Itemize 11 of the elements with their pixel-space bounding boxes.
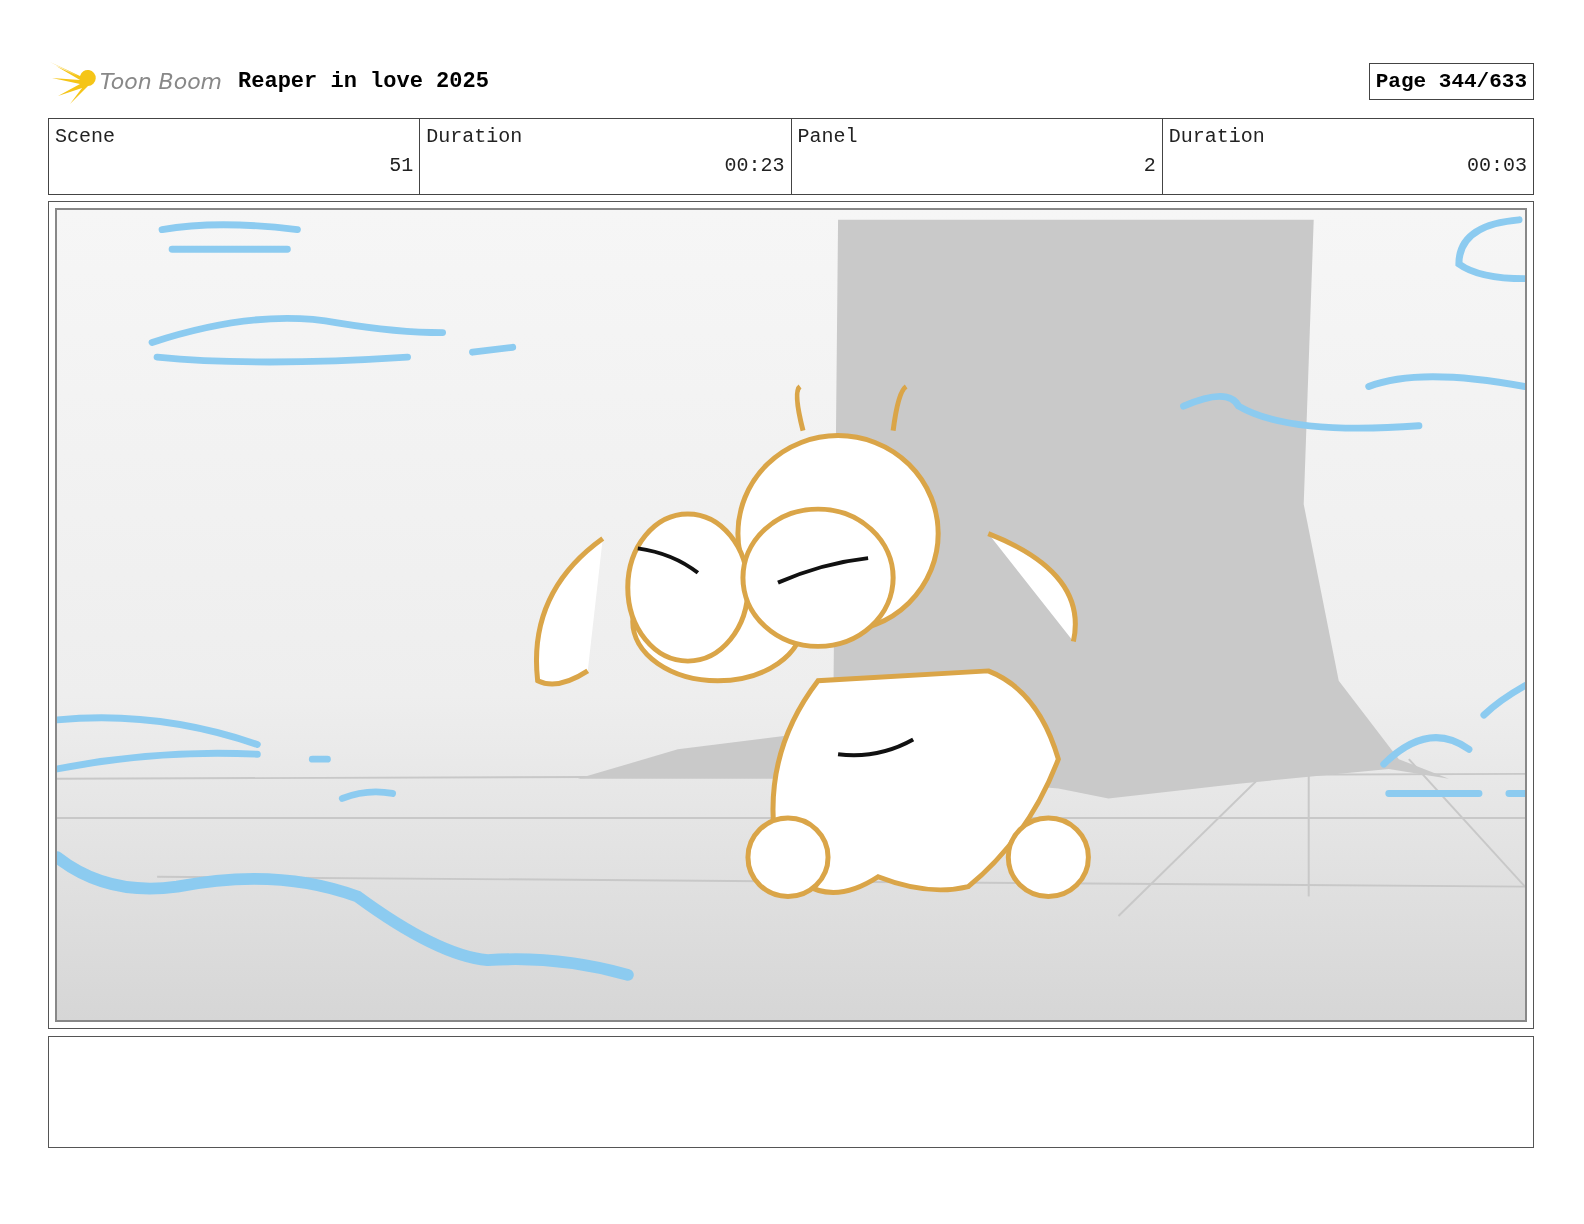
column-heading: Duration [1168,125,1266,148]
cell-value: 00:03 [1466,154,1527,177]
column-heading: Duration [426,125,524,148]
page-number: Page 344/633 [1368,62,1534,100]
logo-text: Toon Boom [100,68,223,94]
column-heading: Panel [797,125,859,148]
storyboard-title: Reaper in love 2025 [238,68,489,94]
cell-value: 00:23 [723,154,785,177]
cell-value: 2 [1142,154,1156,177]
column-heading: Scene [55,125,116,148]
cell-value: 51 [388,154,414,177]
